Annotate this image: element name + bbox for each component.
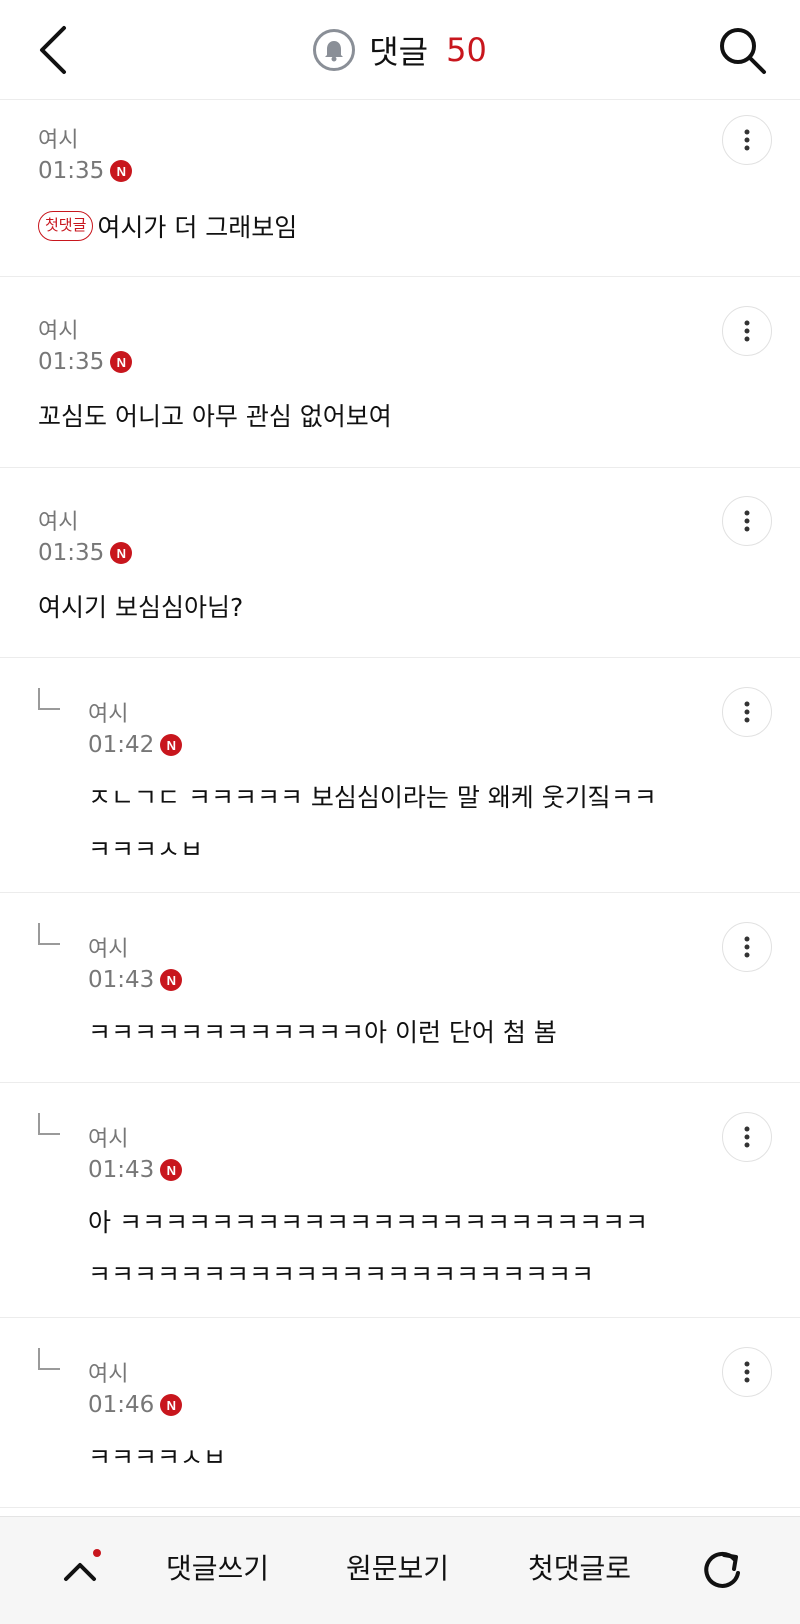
comment-list: 여시 01:35 N 첫댓글 여시가 더 그래보임 여시 01:35 N 꼬심도 …	[0, 100, 800, 1508]
more-vertical-icon	[744, 129, 750, 151]
comment-time-row: 01:35 N	[38, 540, 133, 566]
comment-text-line: 아 ㅋㅋㅋㅋㅋㅋㅋㅋㅋㅋㅋㅋㅋㅋㅋㅋㅋㅋㅋㅋㅋㅋㅋ	[88, 1208, 648, 1237]
more-button[interactable]	[722, 1347, 772, 1397]
new-badge: N	[110, 351, 133, 373]
comment-item: 여시 01:46 N ㅋㅋㅋㅋㅅㅂ	[0, 1318, 800, 1508]
comment-author: 여시	[88, 702, 129, 727]
comment-time: 01:35	[38, 540, 105, 566]
comment-text: 여시기 보심심아님?	[38, 593, 244, 622]
more-button[interactable]	[722, 1112, 772, 1162]
view-original-button[interactable]: 원문보기	[346, 1547, 449, 1587]
title-label: 댓글	[369, 33, 429, 71]
comment-author: 여시	[38, 128, 79, 153]
comment-item: 여시 01:42 N ㅈㄴㄱㄷ ㅋㅋㅋㅋㅋ 보심심이라는 말 왜케 웃기짘ㅋㅋ …	[0, 658, 800, 893]
comment-item: 여시 01:35 N 꼬심도 어니고 아무 관심 없어보여	[0, 277, 800, 468]
comment-item: 여시 01:43 N ㅋㅋㅋㅋㅋㅋㅋㅋㅋㅋㅋㅋ아 이런 단어 첨 봄	[0, 893, 800, 1083]
new-badge: N	[160, 1394, 183, 1416]
write-comment-button[interactable]: 댓글쓰기	[166, 1547, 269, 1587]
comment-time: 01:46	[88, 1392, 155, 1418]
more-button[interactable]	[722, 115, 772, 165]
comment-author: 여시	[38, 319, 79, 344]
more-vertical-icon	[744, 701, 750, 723]
comment-count: 50	[446, 31, 487, 69]
comment-text: 아 ㅋㅋㅋㅋㅋㅋㅋㅋㅋㅋㅋㅋㅋㅋㅋㅋㅋㅋㅋㅋㅋㅋㅋ ㅋㅋㅋㅋㅋㅋㅋㅋㅋㅋㅋㅋㅋㅋ…	[88, 1197, 648, 1301]
comment-time: 01:35	[38, 158, 105, 184]
comment-text: 여시가 더 그래보임	[97, 213, 298, 242]
refresh-icon	[704, 1551, 740, 1588]
comment-item: 여시 01:43 N 아 ㅋㅋㅋㅋㅋㅋㅋㅋㅋㅋㅋㅋㅋㅋㅋㅋㅋㅋㅋㅋㅋㅋㅋ ㅋㅋㅋ…	[0, 1083, 800, 1318]
comment-text-line: ㅋㅋㅋㅋㅋㅋㅋㅋㅋㅋㅋㅋㅋㅋㅋㅋㅋㅋㅋㅋㅋㅋ	[88, 1260, 595, 1289]
bell-icon[interactable]	[313, 29, 356, 71]
more-button[interactable]	[722, 687, 772, 737]
more-vertical-icon	[744, 1361, 750, 1383]
comment-body: 첫댓글 여시가 더 그래보임	[38, 202, 297, 254]
comment-author: 여시	[88, 937, 129, 962]
reply-arrow-icon	[38, 1348, 60, 1370]
comment-text-line: ㅋㅋㅋㅅㅂ	[88, 835, 204, 864]
reply-arrow-icon	[38, 1113, 60, 1135]
comment-time-row: 01:43 N	[88, 1157, 183, 1183]
notification-dot	[93, 1549, 101, 1557]
header: 댓글 50	[0, 0, 800, 100]
comment-time-row: 01:42 N	[88, 732, 183, 758]
search-button[interactable]	[714, 22, 770, 78]
new-badge: N	[110, 542, 133, 564]
comment-time: 01:42	[88, 732, 155, 758]
comment-text-line: ㅈㄴㄱㄷ ㅋㅋㅋㅋㅋ 보심심이라는 말 왜케 웃기짘ㅋㅋ	[88, 783, 657, 812]
comment-time-row: 01:35 N	[38, 158, 133, 184]
more-vertical-icon	[744, 320, 750, 342]
bottom-toolbar: 댓글쓰기 원문보기 첫댓글로	[0, 1516, 800, 1624]
comment-time-row: 01:35 N	[38, 349, 133, 375]
comment-time-row: 01:46 N	[88, 1392, 183, 1418]
first-comment-badge: 첫댓글	[38, 211, 94, 241]
comment-time: 01:35	[38, 349, 105, 375]
reply-arrow-icon	[38, 688, 60, 710]
refresh-button[interactable]	[698, 1547, 746, 1595]
comment-item: 여시 01:35 N 첫댓글 여시가 더 그래보임	[0, 100, 800, 277]
new-badge: N	[160, 1159, 183, 1181]
new-badge: N	[160, 969, 183, 991]
comment-author: 여시	[88, 1362, 129, 1387]
more-button[interactable]	[722, 306, 772, 356]
comment-text: ㅋㅋㅋㅋㅅㅂ	[88, 1443, 227, 1472]
comment-time-row: 01:43 N	[88, 967, 183, 993]
comment-text: ㅋㅋㅋㅋㅋㅋㅋㅋㅋㅋㅋㅋ아 이런 단어 첨 봄	[88, 1018, 557, 1047]
comment-text: ㅈㄴㄱㄷ ㅋㅋㅋㅋㅋ 보심심이라는 말 왜케 웃기짘ㅋㅋ ㅋㅋㅋㅅㅂ	[88, 772, 657, 876]
more-vertical-icon	[744, 936, 750, 958]
comment-time: 01:43	[88, 967, 155, 993]
more-button[interactable]	[722, 496, 772, 546]
page-title: 댓글 50	[0, 26, 800, 74]
comment-time: 01:43	[88, 1157, 155, 1183]
new-badge: N	[110, 160, 133, 182]
comment-author: 여시	[38, 510, 79, 535]
search-icon	[720, 28, 766, 74]
more-button[interactable]	[722, 922, 772, 972]
more-vertical-icon	[744, 510, 750, 532]
new-badge: N	[160, 734, 183, 756]
first-comment-button[interactable]: 첫댓글로	[528, 1547, 631, 1587]
comment-item: 여시 01:35 N 여시기 보심심아님?	[0, 468, 800, 658]
more-vertical-icon	[744, 1126, 750, 1148]
comment-text: 꼬심도 어니고 아무 관심 없어보여	[38, 402, 392, 431]
comment-author: 여시	[88, 1127, 129, 1152]
reply-arrow-icon	[38, 923, 60, 945]
